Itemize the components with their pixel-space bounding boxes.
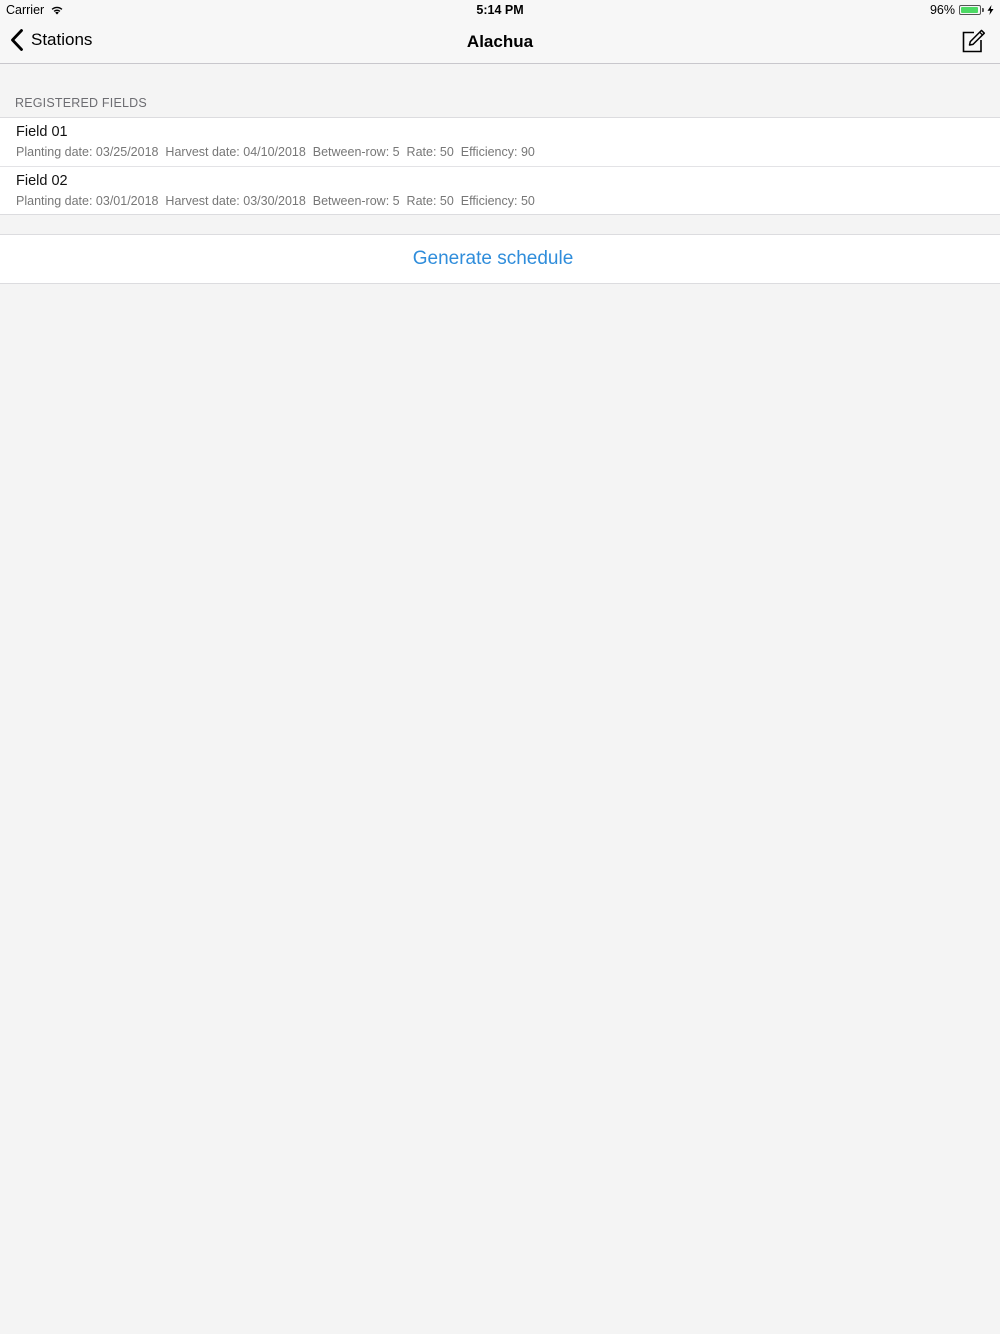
compose-icon[interactable] xyxy=(960,28,986,54)
status-bar: Carrier 5:14 PM 96% xyxy=(0,0,1000,20)
generate-schedule-button[interactable]: Generate schedule xyxy=(0,234,1000,284)
page-title: Alachua xyxy=(466,32,534,51)
battery-tip xyxy=(982,8,984,12)
generate-schedule-label: Generate schedule xyxy=(412,248,574,269)
field-row[interactable]: Field 01 Planting date: 03/25/2018 Harve… xyxy=(0,118,1000,166)
battery-icon xyxy=(959,5,981,15)
section-header-registered-fields: REGISTERED FIELDS xyxy=(15,96,147,110)
registered-fields-list: Field 01 Planting date: 03/25/2018 Harve… xyxy=(0,117,1000,215)
status-time: 5:14 PM xyxy=(476,3,524,17)
field-detail: Planting date: 03/25/2018 Harvest date: … xyxy=(16,145,535,159)
charging-bolt-icon xyxy=(987,5,994,15)
navigation-bar: Stations Alachua xyxy=(0,20,1000,64)
battery-level-fill xyxy=(961,7,979,13)
field-name: Field 02 xyxy=(16,173,68,189)
battery-percent: 96% xyxy=(929,3,955,17)
status-right: 96% xyxy=(930,3,994,17)
field-name: Field 01 xyxy=(16,124,68,140)
field-detail: Planting date: 03/01/2018 Harvest date: … xyxy=(16,194,535,208)
field-row[interactable]: Field 02 Planting date: 03/01/2018 Harve… xyxy=(0,166,1000,214)
